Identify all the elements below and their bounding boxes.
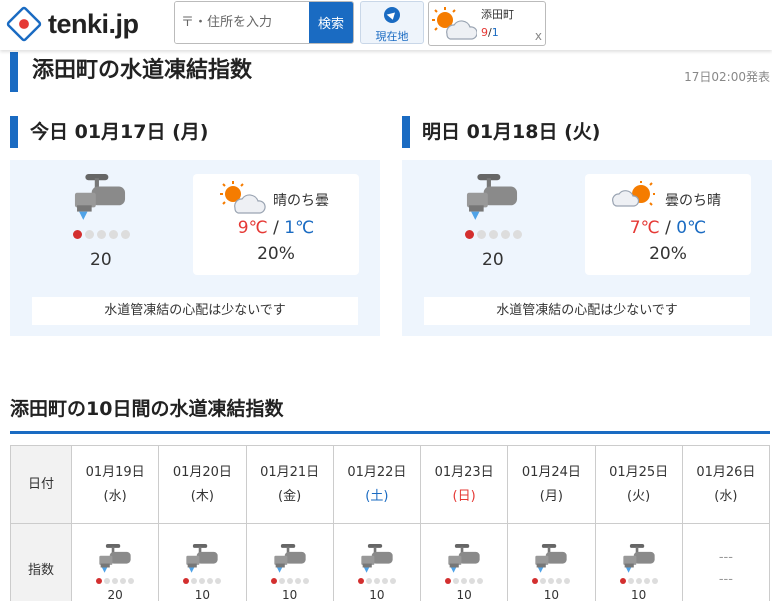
date-cell: 01月25日 (火) xyxy=(594,445,683,524)
site-header: tenki.jp 検索 現在地 添田町 9/1 x xyxy=(0,0,772,50)
date-cell: 01月23日 (日) xyxy=(419,445,509,524)
faucet-icon xyxy=(99,543,131,573)
section-divider xyxy=(10,431,770,434)
today-weather-box: 晴のち曇 9℃ / 1℃ 20% xyxy=(193,174,359,275)
row-label-index: 指数 xyxy=(10,523,72,601)
sun-cloud-icon xyxy=(431,6,477,40)
index-cell: 20 xyxy=(70,523,160,601)
tomorrow-message: 水道管凍結の心配は少ないです xyxy=(424,297,750,325)
cloud-sun-icon xyxy=(611,180,656,207)
faucet-icon xyxy=(74,174,126,220)
index-cell: 10 xyxy=(332,523,422,601)
history-point[interactable]: 添田町 9/1 x xyxy=(428,1,546,46)
index-level-dots xyxy=(73,230,130,239)
history-close-button[interactable]: x xyxy=(535,29,542,43)
history-point-temp: 9/1 xyxy=(481,26,499,39)
today-temperature: 9℃ / 1℃ xyxy=(237,218,315,238)
row-label-date: 日付 xyxy=(10,445,72,524)
history-point-name: 添田町 xyxy=(481,8,514,21)
announce-time: 17日02:00発表 xyxy=(684,70,770,84)
date-cell: 01月19日 (水) xyxy=(70,445,160,524)
tomorrow-temperature: 7℃ / 0℃ xyxy=(629,218,707,238)
index-cell: 10 xyxy=(419,523,509,601)
date-cell: 01月21日 (金) xyxy=(245,445,334,524)
tomorrow-weather-box: 曇のち晴 7℃ / 0℃ 20% xyxy=(585,174,751,275)
ten-day-table: 日付 01月19日 (水) 01月20日 (木) 01月21日 (金) 01月22日(… xyxy=(10,445,771,601)
table-row: 日付 01月19日 (水) 01月20日 (木) 01月21日 (金) 01月22日(… xyxy=(10,445,771,524)
index-cell: 10 xyxy=(245,523,334,601)
search-box: 検索 xyxy=(174,1,354,44)
today-index-value: 20 xyxy=(90,250,112,270)
page-title: 添田町の水道凍結指数 xyxy=(10,52,252,92)
tomorrow-title: 明日 01月18日 (火) xyxy=(402,116,600,148)
ten-day-title: 添田町の10日間の水道凍結指数 xyxy=(10,398,284,420)
date-cell: 01月22日 (土) xyxy=(332,445,422,524)
tomorrow-precip-prob: 20% xyxy=(649,244,687,264)
index-level-dots xyxy=(465,230,522,239)
today-card: 20 晴のち曇 9℃ / 1℃ 20% 水道管凍結の心配は少ないです xyxy=(10,160,380,336)
date-cell: 01月24日 (月) xyxy=(507,445,596,524)
date-cell: 01月26日 (水) xyxy=(681,445,771,524)
tomorrow-weather-text: 曇のち晴 xyxy=(665,193,721,209)
logo-text: tenki.jp xyxy=(48,8,139,39)
search-input[interactable] xyxy=(175,2,309,43)
index-cell: 10 xyxy=(594,523,683,601)
index-cell: 10 xyxy=(158,523,247,601)
today-title: 今日 01月17日 (月) xyxy=(10,116,208,148)
logo-icon xyxy=(5,5,43,43)
index-cell: 10 xyxy=(507,523,596,601)
faucet-icon xyxy=(466,174,518,220)
index-cell-empty: --- --- xyxy=(681,523,771,601)
current-location-button[interactable]: 現在地 xyxy=(360,1,424,44)
location-arrow-icon xyxy=(384,7,400,23)
today-weather-text: 晴のち曇 xyxy=(273,193,329,209)
faucet-icon xyxy=(186,543,219,573)
today-message: 水道管凍結の心配は少ないです xyxy=(32,297,358,325)
search-button[interactable]: 検索 xyxy=(309,2,353,43)
site-logo[interactable]: tenki.jp xyxy=(5,5,139,43)
faucet-icon xyxy=(448,543,480,573)
faucet-icon xyxy=(361,543,393,573)
today-precip-prob: 20% xyxy=(257,244,295,264)
sun-cloud-icon xyxy=(219,180,267,214)
faucet-icon xyxy=(535,543,568,573)
faucet-icon xyxy=(273,543,306,573)
date-cell: 01月20日 (木) xyxy=(158,445,247,524)
tomorrow-index-value: 20 xyxy=(482,250,504,270)
faucet-icon xyxy=(622,543,655,573)
current-location-label: 現在地 xyxy=(375,30,409,43)
tomorrow-card: 20 曇のち晴 7℃ / 0℃ 20% 水道管凍結の心配は少ないです xyxy=(402,160,772,336)
table-row: 指数 20 10 10 10 10 10 10 --- --- xyxy=(10,523,771,601)
